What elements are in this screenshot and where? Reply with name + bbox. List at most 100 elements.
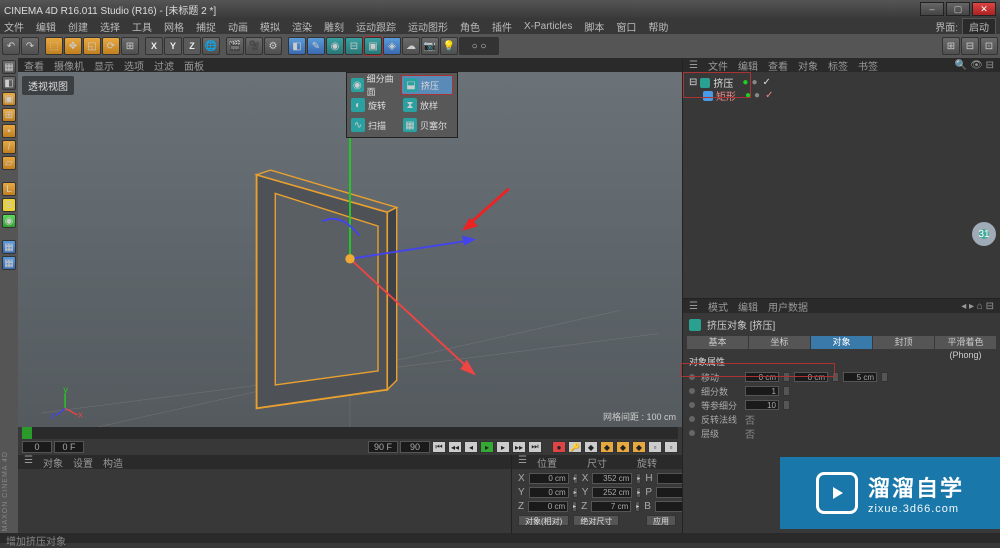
tl-autokey[interactable]: 🔑	[568, 441, 582, 453]
mat-tab-create[interactable]: 对象	[43, 455, 63, 469]
tl-key-r[interactable]: ◆	[616, 441, 630, 453]
misc-1[interactable]: ▦	[2, 240, 16, 254]
edge-mode[interactable]: /	[2, 140, 16, 154]
object-tree[interactable]: ⊟ 挤压 ●●✓ 矩形 ●●✓	[683, 72, 1000, 298]
tl-prev-key[interactable]: ◂◂	[448, 441, 462, 453]
menu-mesh[interactable]: 网格	[164, 19, 184, 34]
om-tags[interactable]: 标签	[828, 58, 848, 73]
tl-next-key[interactable]: ▸▸	[512, 441, 526, 453]
poly-mode[interactable]: ▱	[2, 156, 16, 170]
siz-x[interactable]	[592, 473, 632, 484]
close-button[interactable]: ✕	[972, 2, 996, 16]
gen-subdiv[interactable]: ◉细分曲面	[349, 75, 401, 95]
mat-tab-func[interactable]: 构造	[103, 455, 123, 469]
am-mode[interactable]: 模式	[708, 299, 728, 314]
menu-sim[interactable]: 模拟	[260, 19, 280, 34]
generator-nurbs[interactable]: ◉	[326, 37, 344, 55]
menu-file[interactable]: 文件	[4, 19, 24, 34]
render-pv[interactable]: 🎥	[245, 37, 263, 55]
pos-x[interactable]	[529, 473, 569, 484]
primitive-cube[interactable]: ◧	[288, 37, 306, 55]
menu-char[interactable]: 角色	[460, 19, 480, 34]
tl-last[interactable]: ⏭	[528, 441, 542, 453]
menu-window[interactable]: 窗口	[616, 19, 636, 34]
gen-sweep[interactable]: ∿扫描	[349, 115, 401, 135]
tl-end[interactable]	[368, 441, 398, 453]
tl-next[interactable]: ▸	[496, 441, 510, 453]
iso-val[interactable]	[745, 400, 779, 410]
om-file[interactable]: 文件	[708, 58, 728, 73]
environment[interactable]: ☁	[402, 37, 420, 55]
camera[interactable]: 📷	[421, 37, 439, 55]
mat-tab-edit[interactable]: 设置	[73, 455, 93, 469]
tl-cur[interactable]	[54, 441, 84, 453]
subdiv-val[interactable]	[745, 386, 779, 396]
coord-mode-b[interactable]: 绝对尺寸	[573, 515, 619, 526]
gen-bezier[interactable]: ▦贝塞尔	[401, 115, 453, 135]
x-lock[interactable]: X	[145, 37, 163, 55]
coord-apply[interactable]: 应用	[646, 515, 676, 526]
tab-object[interactable]: 对象	[811, 336, 872, 349]
deformer[interactable]: ◈	[383, 37, 401, 55]
tl-start[interactable]	[22, 441, 52, 453]
om-obj[interactable]: 对象	[798, 58, 818, 73]
generator-extrude[interactable]: ▣	[364, 37, 382, 55]
tl-first[interactable]: ⏮	[432, 441, 446, 453]
om-bookmark[interactable]: 书签	[858, 58, 878, 73]
last-tool[interactable]: ⊞	[121, 37, 139, 55]
tl-opt-1[interactable]: ▫	[648, 441, 662, 453]
tl-end2[interactable]	[400, 441, 430, 453]
menu-plugins[interactable]: 插件	[492, 19, 512, 34]
scale-tool[interactable]: ◱	[83, 37, 101, 55]
pos-z[interactable]	[528, 501, 568, 512]
pos-y[interactable]	[529, 487, 569, 498]
gen-extrude[interactable]: ⬓挤压	[401, 75, 453, 95]
timeline-track[interactable]	[22, 427, 678, 439]
menu-select[interactable]: 选择	[100, 19, 120, 34]
undo-button[interactable]: ↶	[2, 37, 20, 55]
tl-key-pla[interactable]: ◆	[632, 441, 646, 453]
tl-record[interactable]: ●	[552, 441, 566, 453]
timeline-marker[interactable]	[22, 427, 32, 439]
layout-value[interactable]: 启动	[962, 18, 996, 35]
vp-menu-display[interactable]: 显示	[94, 58, 114, 73]
selection-tool[interactable]: ⬚	[45, 37, 63, 55]
maximize-button[interactable]: ▢	[946, 2, 970, 16]
tab-basic[interactable]: 基本	[687, 336, 748, 349]
vp-menu-panel[interactable]: 面板	[184, 58, 204, 73]
menu-snap[interactable]: 捕捉	[196, 19, 216, 34]
menu-xparticles[interactable]: X-Particles	[524, 21, 572, 32]
tl-play[interactable]: ▸	[480, 441, 494, 453]
tab-caps[interactable]: 封顶	[873, 336, 934, 349]
move-z[interactable]	[843, 372, 877, 382]
am-edit[interactable]: 编辑	[738, 299, 758, 314]
siz-z[interactable]	[591, 501, 631, 512]
render-view[interactable]: 🎬	[226, 37, 244, 55]
siz-y[interactable]	[592, 487, 632, 498]
tab-phong[interactable]: 平滑着色(Phong)	[935, 336, 996, 349]
gen-loft[interactable]: ⧗放样	[401, 95, 453, 115]
viewport-solo[interactable]: ◉	[2, 214, 16, 228]
rotate-tool[interactable]: ⟳	[102, 37, 120, 55]
vp-menu-options[interactable]: 选项	[124, 58, 144, 73]
menu-render[interactable]: 渲染	[292, 19, 312, 34]
y-lock[interactable]: Y	[164, 37, 182, 55]
menu-script[interactable]: 脚本	[584, 19, 604, 34]
move-tool[interactable]: ✥	[64, 37, 82, 55]
spline-pen[interactable]: ✎	[307, 37, 325, 55]
generator-array[interactable]: ⊟	[345, 37, 363, 55]
make-editable[interactable]: ▦	[2, 60, 16, 74]
snap-toggle[interactable]: S	[2, 198, 16, 212]
minimize-button[interactable]: –	[920, 2, 944, 16]
viewport[interactable]: 透视视图	[18, 72, 682, 427]
menu-edit[interactable]: 编辑	[36, 19, 56, 34]
nav-wheel[interactable]: 31	[970, 220, 998, 248]
menu-motrack[interactable]: 运动跟踪	[356, 19, 396, 34]
workplane-mode[interactable]: ⊞	[2, 108, 16, 122]
om-edit[interactable]: 编辑	[738, 58, 758, 73]
tl-prev[interactable]: ◂	[464, 441, 478, 453]
axis-mode[interactable]: L	[2, 182, 16, 196]
tl-key-p[interactable]: ◆	[584, 441, 598, 453]
panel-btn-3[interactable]: ⊡	[980, 37, 998, 55]
vp-menu-camera[interactable]: 摄像机	[54, 58, 84, 73]
